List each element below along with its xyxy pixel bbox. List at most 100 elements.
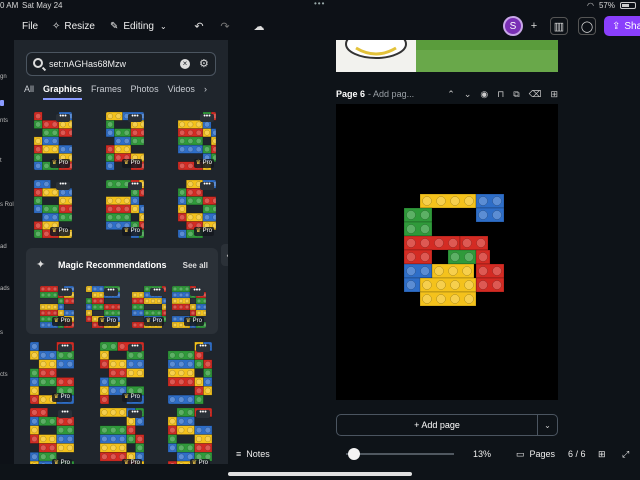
- graphic-thumbnail[interactable]: ••• Pro: [168, 408, 212, 464]
- see-all-link[interactable]: See all: [183, 261, 208, 270]
- more-options-button[interactable]: •••: [128, 409, 142, 418]
- more-options-button[interactable]: •••: [56, 181, 70, 190]
- zoom-slider-track[interactable]: [346, 453, 454, 455]
- lego-stud: [178, 378, 185, 385]
- notes-button[interactable]: ≡ Notes: [236, 440, 270, 468]
- lego-stud: [464, 280, 474, 290]
- page-counter[interactable]: 6 / 6: [568, 440, 586, 468]
- more-options-button[interactable]: •••: [150, 287, 164, 296]
- graphic-thumbnail[interactable]: ••• Pro: [106, 112, 144, 170]
- duplicate-icon[interactable]: ⧉: [513, 89, 519, 100]
- more-options-button[interactable]: •••: [128, 181, 142, 190]
- more-options-button[interactable]: •••: [200, 181, 214, 190]
- lego-stud: [204, 146, 210, 153]
- clear-search-icon[interactable]: ×: [180, 59, 190, 69]
- rail-label-design[interactable]: gn: [0, 74, 7, 80]
- rail-label-camera-roll[interactable]: s Roll: [0, 202, 15, 208]
- add-page-options-button[interactable]: ⌄: [537, 415, 557, 435]
- more-options-button[interactable]: •••: [104, 287, 118, 296]
- avatar-button[interactable]: S: [503, 12, 523, 40]
- graphic-thumbnail[interactable]: ••• Pro: [178, 112, 216, 170]
- lego-stud: [187, 361, 194, 368]
- resize-button[interactable]: ✧ Resize: [52, 12, 95, 40]
- rail-label-elements[interactable]: nts: [0, 118, 8, 124]
- lego-stud: [43, 138, 50, 144]
- design-page[interactable]: [336, 104, 558, 400]
- more-options-button[interactable]: •••: [56, 113, 70, 122]
- more-options-button[interactable]: •••: [128, 113, 142, 122]
- graphic-thumbnail[interactable]: ••• Pro: [86, 286, 120, 328]
- tab-photos[interactable]: Photos: [131, 84, 159, 100]
- graphic-thumbnail[interactable]: ••• Pro: [106, 180, 144, 238]
- lego-stud: [136, 352, 143, 359]
- graphic-thumbnail[interactable]: ••• Pro: [132, 286, 166, 328]
- graphic-thumbnail[interactable]: ••• Pro: [100, 408, 144, 464]
- lego-stud: [58, 298, 64, 304]
- filter-icon[interactable]: ⚙: [199, 58, 211, 70]
- lego-stud: [43, 222, 50, 229]
- more-options-button[interactable]: •••: [196, 343, 210, 352]
- share-pill: ⇪ Share: [604, 16, 640, 36]
- more-options-button[interactable]: •••: [58, 287, 72, 296]
- add-page-button[interactable]: + Add page: [337, 415, 537, 435]
- graphic-thumbnail[interactable]: ••• Pro: [178, 180, 216, 238]
- file-menu[interactable]: File: [22, 12, 38, 40]
- move-up-icon[interactable]: ⌃: [447, 89, 455, 100]
- rail-label-text[interactable]: t: [0, 158, 2, 164]
- zoom-level[interactable]: 13%: [473, 440, 491, 468]
- share-button[interactable]: ⇪ Share: [604, 12, 640, 40]
- move-down-icon[interactable]: ⌄: [464, 89, 472, 100]
- lego-stud: [138, 310, 144, 316]
- fullscreen-button[interactable]: ⤢: [622, 440, 629, 468]
- more-options-button[interactable]: •••: [58, 343, 72, 352]
- search-box[interactable]: × ⚙: [26, 52, 216, 76]
- rail-label-projects[interactable]: cts: [0, 372, 8, 378]
- search-input[interactable]: [49, 56, 169, 72]
- lego-stud: [434, 266, 444, 276]
- zoom-slider-knob[interactable]: [348, 448, 360, 460]
- insights-button[interactable]: ▥: [550, 12, 568, 40]
- graphic-thumbnail[interactable]: ••• Pro: [34, 180, 72, 238]
- add-collaborator-button[interactable]: +: [525, 12, 543, 40]
- sync-button[interactable]: ☁: [250, 12, 268, 40]
- add-page-icon[interactable]: ⊞: [550, 89, 558, 100]
- tab-graphics[interactable]: Graphics: [43, 84, 83, 100]
- graphic-thumbnail[interactable]: ••• Pro: [40, 286, 74, 328]
- more-options-button[interactable]: •••: [58, 409, 72, 418]
- tab-frames[interactable]: Frames: [91, 84, 122, 100]
- undo-button[interactable]: ↶: [190, 12, 208, 40]
- rail-label-tools[interactable]: s: [0, 330, 3, 336]
- editing-mode-button[interactable]: ✎ Editing ⌄: [110, 12, 167, 40]
- graphic-thumbnail[interactable]: ••• Pro: [30, 408, 74, 464]
- page-title-input[interactable]: - Add pag...: [368, 89, 414, 99]
- lego-stud: [49, 378, 56, 385]
- grid-view-button[interactable]: ⊞: [598, 440, 606, 468]
- graphic-thumbnail[interactable]: •••: [168, 342, 212, 404]
- tab-all[interactable]: All: [24, 84, 34, 100]
- lock-icon[interactable]: ⊓: [497, 89, 504, 100]
- tabs-scroll-right-icon[interactable]: ›: [204, 84, 207, 100]
- graphic-thumbnail[interactable]: ••• Pro: [172, 286, 206, 328]
- rail-label-brand[interactable]: ad: [0, 244, 7, 250]
- graphic-thumbnail[interactable]: ••• Pro: [34, 112, 72, 170]
- lego-stud: [450, 252, 460, 262]
- lego-stud: [187, 162, 194, 169]
- redo-button[interactable]: ↷: [216, 12, 234, 40]
- more-options-button[interactable]: •••: [128, 343, 142, 352]
- delete-icon[interactable]: ⌫: [529, 89, 542, 100]
- more-options-button[interactable]: •••: [200, 113, 214, 122]
- tab-videos[interactable]: Videos: [168, 84, 195, 100]
- lego-stud: [101, 409, 108, 416]
- previous-page-preview[interactable]: [336, 40, 558, 72]
- multitasking-dots-icon[interactable]: •••: [314, 0, 325, 8]
- lego-letter-s[interactable]: [336, 104, 558, 400]
- rail-label-uploads[interactable]: ads: [0, 286, 10, 292]
- graphic-thumbnail[interactable]: ••• Pro: [30, 342, 74, 404]
- graphic-thumbnail[interactable]: ••• Pro: [100, 342, 144, 404]
- eye-icon[interactable]: ◉: [480, 89, 488, 100]
- more-options-button[interactable]: •••: [190, 287, 204, 296]
- comments-button[interactable]: ◯: [578, 12, 596, 40]
- pages-button[interactable]: ▭ Pages: [516, 440, 555, 468]
- sparkle-icon: ✦: [36, 259, 46, 271]
- more-options-button[interactable]: •••: [196, 409, 210, 418]
